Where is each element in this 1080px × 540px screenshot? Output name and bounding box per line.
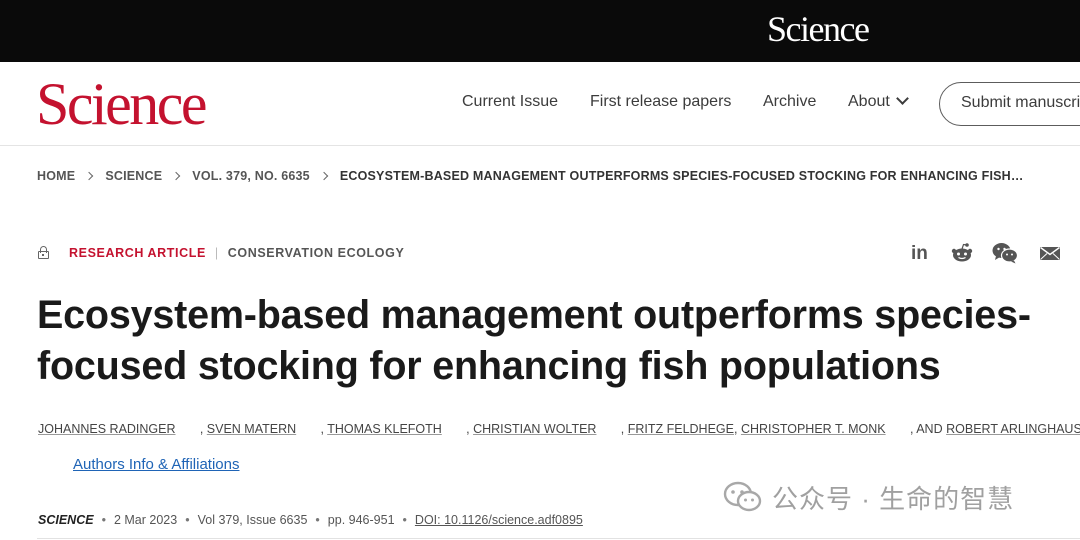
email-icon[interactable] [1039,242,1061,264]
breadcrumb: HOME SCIENCE VOL. 379, NO. 6635 ECOSYSTEM-B… [37,169,1024,183]
volume-issue[interactable]: Vol 379, Issue 6635 [198,513,308,527]
lock-icon [38,246,49,259]
site-header: Science Current Issue First release pape… [0,62,1080,146]
breadcrumb-volume[interactable]: VOL. 379, NO. 6635 [192,169,310,183]
journal-name: SCIENCE [38,513,94,527]
author-link[interactable]: SVEN MATERN [207,422,296,436]
author-link[interactable]: THOMAS KLEFOTH [327,422,442,436]
article-meta-row: RESEARCH ARTICLE | CONSERVATION ECOLOGY [38,244,404,260]
chevron-right-icon [85,171,94,181]
chevron-right-icon [172,171,181,181]
science-logo[interactable]: Science [36,72,208,136]
subject-link[interactable]: CONSERVATION ECOLOGY [228,246,405,260]
article-type-label: RESEARCH ARTICLE [69,246,206,260]
article-title: Ecosystem-based management outperforms s… [37,293,1031,388]
wechat-watermark-icon [723,481,762,512]
submit-manuscript-button[interactable]: Submit manuscript [939,82,1080,126]
author-link[interactable]: CHRISTOPHER T. MONK [741,422,886,436]
nav-archive[interactable]: Archive [763,93,816,111]
top-bar-logo[interactable]: Science [767,8,870,50]
nav-about-label: About [848,93,890,110]
page-range: pp. 946-951 [327,513,395,527]
publication-date: 2 Mar 2023 [113,513,178,527]
nav-first-release-papers[interactable]: First release papers [590,93,731,111]
watermark-text: 公众号 · 生命的智慧 [772,484,1015,514]
meta-divider: | [214,246,219,260]
chevron-down-icon [895,92,909,105]
author-link[interactable]: JOHANNES RADINGER [38,422,176,436]
publication-info: SCIENCE • 2 Mar 2023 • Vol 379, Issue 6635 • p… [38,513,583,527]
authors-info-affiliations-link[interactable]: Authors Info & Affiliations [73,456,240,473]
reddit-icon[interactable] [951,242,973,264]
linkedin-icon[interactable]: in [911,243,933,265]
author-link[interactable]: ROBERT ARLINGHAUS [946,422,1080,436]
top-bar: Science [0,0,1080,62]
nav-about-menu[interactable]: About [848,92,909,111]
nav-current-issue[interactable]: Current Issue [462,93,558,111]
divider [37,538,1080,539]
breadcrumb-current-article: ECOSYSTEM-BASED MANAGEMENT OUTPERFORMS S… [339,169,1024,183]
author-link[interactable]: FRITZ FELDHEGE [628,422,734,436]
author-list: JOHANNES RADINGER , SVEN MATERN , THOMAS… [38,422,1080,436]
wechat-icon[interactable] [992,242,1018,264]
chevron-right-icon [319,171,329,181]
and-label: AND [916,422,943,436]
doi-link[interactable]: DOI: 10.1126/science.adf0895 [415,513,583,527]
author-link[interactable]: CHRISTIAN WOLTER [473,422,596,436]
breadcrumb-home[interactable]: HOME [37,169,75,183]
breadcrumb-science[interactable]: SCIENCE [105,169,162,183]
